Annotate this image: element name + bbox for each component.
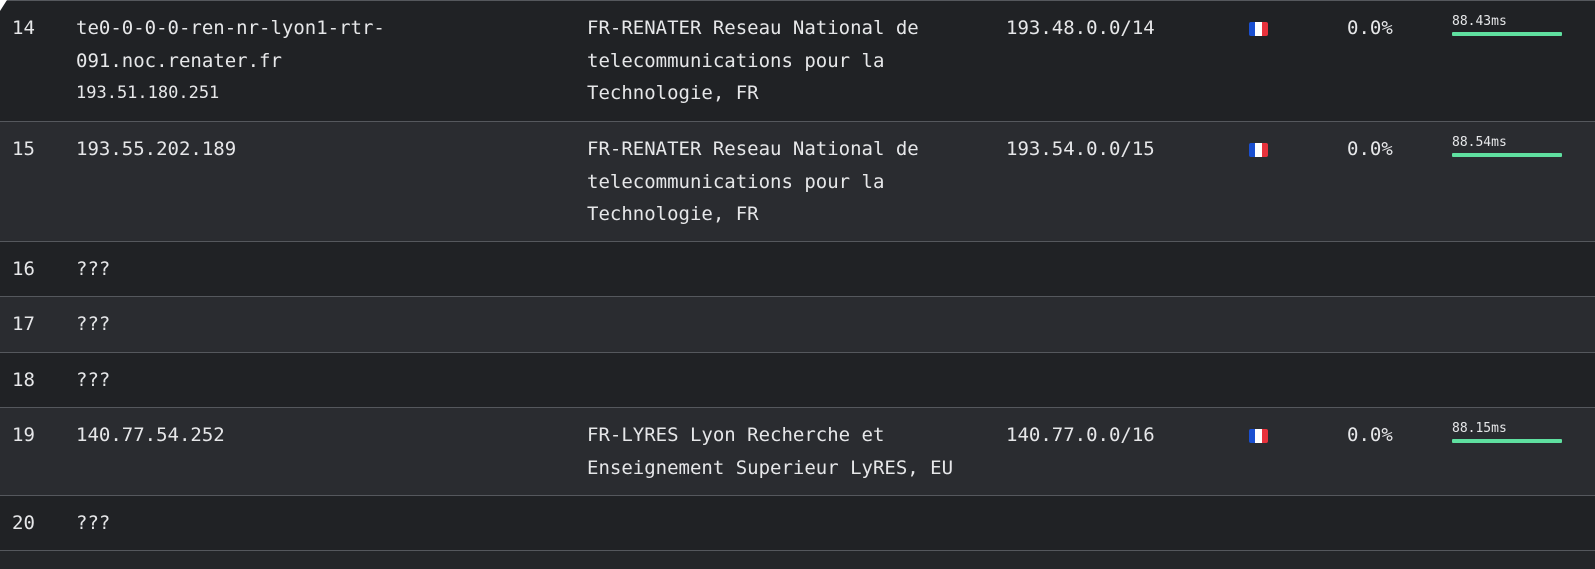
- asn-cell: FR-RENATER Reseau National de telecommun…: [587, 12, 919, 110]
- latency-value: 88.54ms: [1452, 135, 1507, 150]
- hop-number: 15: [12, 138, 35, 160]
- table-row: 14 te0-0-0-0-ren-nr-lyon1-rtr- 091.noc.r…: [0, 0, 1595, 121]
- hostname-cell: 193.55.202.189: [76, 133, 236, 166]
- table-row: 19 140.77.54.252 FR-LYRES Lyon Recherche…: [0, 407, 1595, 495]
- asn-line: FR-RENATER Reseau National de: [587, 138, 919, 160]
- latency-bar: [1452, 153, 1562, 157]
- mouse-cursor-icon: [0, 0, 7, 11]
- hostname-line: 091.noc.renater.fr: [76, 49, 282, 72]
- latency-cell: 88.15ms: [1452, 421, 1562, 443]
- asn-line: FR-RENATER Reseau National de: [587, 17, 919, 39]
- hop-number: 17: [12, 313, 35, 335]
- prefix-cell: 140.77.0.0/16: [1006, 424, 1155, 446]
- flag-fr-icon: [1249, 143, 1268, 157]
- asn-line: telecommunications pour la: [587, 170, 885, 193]
- asn-cell: FR-LYRES Lyon Recherche et Enseignement …: [587, 419, 953, 484]
- table-row: 16 ???: [0, 241, 1595, 296]
- latency-cell: 88.54ms: [1452, 135, 1562, 157]
- table-row: 15 193.55.202.189 FR-RENATER Reseau Nati…: [0, 121, 1595, 241]
- asn-line: Technologie, FR: [587, 82, 759, 104]
- prefix-cell: 193.54.0.0/15: [1006, 138, 1155, 160]
- hostname-cell: ???: [76, 258, 111, 280]
- latency-value: 88.15ms: [1452, 421, 1507, 436]
- hostname-cell: te0-0-0-0-ren-nr-lyon1-rtr- 091.noc.rena…: [76, 12, 385, 110]
- hop-number: 18: [12, 369, 35, 391]
- hostname-cell: ???: [76, 369, 111, 391]
- asn-line: Technologie, FR: [587, 203, 759, 225]
- ip-address: 193.51.180.251: [76, 83, 220, 103]
- flag-fr-icon: [1249, 429, 1268, 443]
- table-row: 18 ???: [0, 352, 1595, 407]
- hostname-cell: ???: [76, 313, 111, 335]
- table-row: 20 ???: [0, 495, 1595, 551]
- hop-number: 19: [12, 424, 35, 446]
- hostname-line: 193.55.202.189: [76, 138, 237, 160]
- hostname-line: te0-0-0-0-ren-nr-lyon1-rtr-: [76, 17, 385, 39]
- hostname-cell: ???: [76, 512, 111, 534]
- hostname-line: 140.77.54.252: [76, 424, 225, 446]
- hop-number: 14: [12, 17, 35, 39]
- latency-bar: [1452, 32, 1562, 36]
- asn-cell: FR-RENATER Reseau National de telecommun…: [587, 133, 919, 231]
- loss-cell: 0.0%: [1347, 138, 1393, 160]
- loss-cell: 0.0%: [1347, 424, 1393, 446]
- latency-cell: 88.43ms: [1452, 14, 1562, 36]
- hop-number: 20: [12, 512, 35, 534]
- traceroute-table: 14 te0-0-0-0-ren-nr-lyon1-rtr- 091.noc.r…: [0, 0, 1595, 551]
- flag-fr-icon: [1249, 22, 1268, 36]
- table-row: 17 ???: [0, 296, 1595, 352]
- asn-line: FR-LYRES Lyon Recherche et: [587, 424, 885, 446]
- loss-cell: 0.0%: [1347, 17, 1393, 39]
- hostname-cell: 140.77.54.252: [76, 419, 225, 452]
- latency-value: 88.43ms: [1452, 14, 1507, 29]
- hop-number: 16: [12, 258, 35, 280]
- asn-line: telecommunications pour la: [587, 49, 885, 72]
- asn-line: Enseignement Superieur LyRES, EU: [587, 456, 954, 479]
- latency-bar: [1452, 439, 1562, 443]
- prefix-cell: 193.48.0.0/14: [1006, 17, 1155, 39]
